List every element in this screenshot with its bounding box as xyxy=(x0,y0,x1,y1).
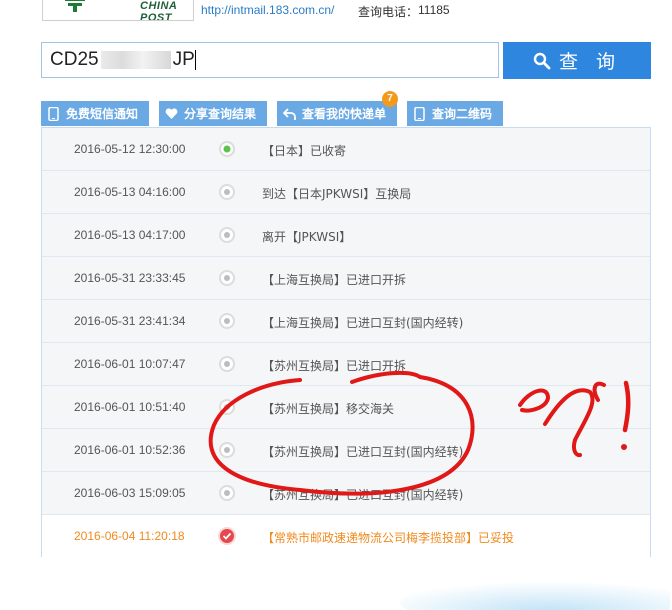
delivered-check-icon xyxy=(218,527,236,545)
tracking-row: 2016-06-01 10:07:47 【苏州互换局】已进口开拆 xyxy=(42,343,650,386)
text-cursor xyxy=(194,49,196,70)
timeline-dot-icon xyxy=(219,399,235,415)
tracking-row: 2016-05-31 23:41:34 【上海互换局】已进口互封(国内经转) xyxy=(42,300,650,343)
timeline-dot-icon xyxy=(219,442,235,458)
tracking-description: 【苏州互换局】移交海关 xyxy=(262,402,395,416)
tracking-description: 【常熟市邮政速递物流公司梅李揽投部】已妥投 xyxy=(262,531,515,545)
redacted-blur xyxy=(100,50,171,69)
tracking-time: 2016-05-13 04:16:00 xyxy=(74,185,186,199)
tracking-description: 离开【JPKWSI】 xyxy=(262,230,352,244)
china-post-logo: CHINA POST xyxy=(42,0,194,21)
qr-code-label: 查询二维码 xyxy=(432,107,493,121)
tracking-description: 【苏州互换局】已进口互封(国内经转) xyxy=(262,488,464,502)
tracking-time: 2016-06-01 10:51:40 xyxy=(74,400,186,414)
phone-icon xyxy=(48,106,59,121)
logo-text: CHINA POST xyxy=(140,0,177,21)
tracking-description: 【日本】已收寄 xyxy=(262,144,347,158)
timeline-dot-icon xyxy=(219,356,235,372)
tracking-description: 【苏州互换局】已进口互封(国内经转) xyxy=(262,445,464,459)
site-url-link[interactable]: http://intmail.183.com.cn/ xyxy=(201,3,334,17)
tracking-row-delivered: 2016-06-04 11:20:18 【常熟市邮政速递物流公司梅李揽投部】已妥投 xyxy=(42,515,650,558)
tracking-time: 2016-06-01 10:07:47 xyxy=(74,357,186,371)
my-shipments-label: 查看我的快递单 xyxy=(302,107,387,121)
phone-number: 11185 xyxy=(418,3,450,17)
tracking-row: 2016-05-12 12:30:00 【日本】已收寄 xyxy=(42,128,650,171)
timeline-dot-icon xyxy=(219,313,235,329)
timeline-dot-icon xyxy=(219,184,235,200)
share-result-button[interactable]: 分享查询结果 xyxy=(159,101,267,126)
heart-icon xyxy=(165,107,178,119)
search-icon xyxy=(533,52,551,69)
timeline-dot-icon xyxy=(219,485,235,501)
tracking-description: 【上海互换局】已进口开拆 xyxy=(262,273,407,287)
tracking-time: 2016-05-12 12:30:00 xyxy=(74,142,186,156)
tracking-number-prefix: CD25 xyxy=(50,49,99,70)
tracking-row: 2016-06-01 10:52:36 【苏州互换局】已进口互封(国内经转) xyxy=(42,429,650,472)
tracking-description: 【上海互换局】已进口互封(国内经转) xyxy=(262,316,464,330)
back-arrow-icon xyxy=(283,107,296,120)
tracking-row: 2016-05-13 04:17:00 离开【JPKWSI】 xyxy=(42,214,650,257)
timeline-dot-icon xyxy=(219,270,235,286)
tracking-timeline: 2016-05-12 12:30:00 【日本】已收寄 2016-05-13 04:… xyxy=(41,127,651,558)
qr-code-button[interactable]: 查询二维码 xyxy=(407,101,503,126)
phone-icon xyxy=(414,106,425,121)
search-button[interactable]: 查 询 xyxy=(503,42,651,79)
start-dot-icon xyxy=(219,141,235,157)
sms-notify-label: 免费短信通知 xyxy=(66,107,139,121)
search-button-label: 查 询 xyxy=(558,51,622,73)
notification-badge: 7 xyxy=(382,91,398,107)
tracking-time: 2016-06-01 10:52:36 xyxy=(74,443,186,457)
china-post-emblem-icon xyxy=(65,0,85,12)
sms-notify-button[interactable]: 免费短信通知 xyxy=(41,101,149,126)
cloud-decoration xyxy=(400,576,670,610)
tracking-time: 2016-06-03 15:09:05 xyxy=(74,486,186,500)
phone-label: 查询电话： xyxy=(358,5,419,19)
tracking-number-input[interactable]: CD25 JP xyxy=(41,42,499,78)
timeline-dot-icon xyxy=(219,227,235,243)
tracking-row: 2016-05-31 23:33:45 【上海互换局】已进口开拆 xyxy=(42,257,650,300)
tracking-number-suffix: JP xyxy=(172,49,195,70)
tracking-description: 到达【日本JPKWSI】互换局 xyxy=(262,187,412,201)
tracking-time: 2016-05-31 23:41:34 xyxy=(74,314,186,328)
share-result-label: 分享查询结果 xyxy=(184,107,257,121)
tracking-row: 2016-06-01 10:51:40 【苏州互换局】移交海关 xyxy=(42,386,650,429)
tracking-row: 2016-05-13 04:16:00 到达【日本JPKWSI】互换局 xyxy=(42,171,650,214)
tracking-time: 2016-05-31 23:33:45 xyxy=(74,271,186,285)
my-shipments-button[interactable]: 查看我的快递单 xyxy=(277,101,397,126)
tracking-time: 2016-06-04 11:20:18 xyxy=(74,529,185,543)
tracking-time: 2016-05-13 04:17:00 xyxy=(74,228,186,242)
tracking-description: 【苏州互换局】已进口开拆 xyxy=(262,359,407,373)
tracking-row: 2016-06-03 15:09:05 【苏州互换局】已进口互封(国内经转) xyxy=(42,472,650,515)
